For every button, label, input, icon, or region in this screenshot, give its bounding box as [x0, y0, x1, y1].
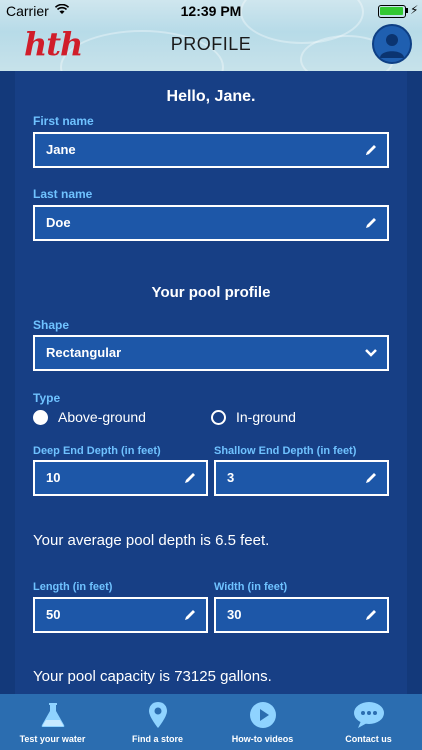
- last-name-field[interactable]: Doe: [33, 205, 389, 241]
- pencil-icon: [366, 610, 376, 620]
- tab-label: Find a store: [131, 734, 183, 744]
- app-header: Carrier 12:39 PM ⚡ hth PROFILE: [0, 0, 422, 71]
- user-icon: [380, 34, 404, 58]
- radio-unselected-icon: [211, 409, 226, 425]
- width-field[interactable]: 30: [214, 597, 389, 633]
- pencil-icon: [366, 473, 376, 483]
- pencil-icon: [366, 218, 376, 228]
- pencil-icon: [185, 473, 195, 483]
- deep-end-label: Deep End Depth (in feet): [33, 445, 161, 457]
- first-name-value: Jane: [46, 142, 76, 157]
- tab-bar: Test your water Find a store How-to vide…: [0, 694, 422, 750]
- pencil-icon: [366, 145, 376, 155]
- radio-above-ground-label: Above-ground: [58, 409, 146, 425]
- tab-find-a-store[interactable]: Find a store: [105, 694, 210, 750]
- location-pin-icon: [148, 702, 167, 728]
- chevron-down-icon: [365, 349, 377, 357]
- length-value: 50: [46, 607, 61, 622]
- capacity-text: Your pool capacity is 73125 gallons.: [33, 668, 272, 685]
- shallow-end-value: 3: [227, 470, 235, 485]
- pool-profile-title: Your pool profile: [151, 284, 271, 301]
- greeting: Hello, Jane.: [166, 88, 256, 105]
- radio-in-ground[interactable]: In-ground: [211, 409, 296, 425]
- radio-above-ground[interactable]: Above-ground: [33, 409, 146, 425]
- deep-end-value: 10: [46, 470, 61, 485]
- last-name-label: Last name: [33, 187, 93, 201]
- battery-icon: ⚡: [378, 3, 418, 18]
- tab-label: Test your water: [19, 734, 86, 744]
- shape-label: Shape: [33, 318, 70, 332]
- profile-avatar-button[interactable]: [372, 24, 412, 64]
- type-label: Type: [33, 391, 61, 405]
- status-bar: Carrier 12:39 PM ⚡: [0, 0, 422, 22]
- width-value: 30: [227, 607, 242, 622]
- first-name-field[interactable]: Jane: [33, 132, 389, 168]
- width-label: Width (in feet): [214, 581, 288, 593]
- shallow-end-field[interactable]: 3: [214, 460, 389, 496]
- shape-select[interactable]: Rectangular: [33, 335, 389, 371]
- length-field[interactable]: 50: [33, 597, 208, 633]
- tab-contact-us[interactable]: Contact us: [315, 694, 422, 750]
- tab-label: Contact us: [345, 734, 392, 744]
- average-depth-text: Your average pool depth is 6.5 feet.: [33, 532, 270, 549]
- play-icon: [249, 702, 276, 728]
- shallow-end-label: Shallow End Depth (in feet): [214, 445, 357, 457]
- flask-icon: [41, 703, 64, 727]
- length-label: Length (in feet): [33, 581, 113, 593]
- profile-form: Hello, Jane. First name Jane Last name D…: [15, 71, 407, 694]
- radio-in-ground-label: In-ground: [236, 409, 296, 425]
- deep-end-field[interactable]: 10: [33, 460, 208, 496]
- shape-value: Rectangular: [46, 345, 122, 360]
- first-name-label: First name: [33, 114, 94, 128]
- clock: 12:39 PM: [180, 3, 242, 19]
- tab-label: How-to videos: [231, 734, 294, 744]
- radio-selected-icon: [33, 409, 48, 425]
- tab-test-your-water[interactable]: Test your water: [0, 694, 105, 750]
- tab-how-to-videos[interactable]: How-to videos: [210, 694, 315, 750]
- pencil-icon: [185, 610, 195, 620]
- last-name-value: Doe: [46, 215, 71, 230]
- page-title: PROFILE: [170, 34, 252, 54]
- chat-bubble-icon: [353, 702, 384, 728]
